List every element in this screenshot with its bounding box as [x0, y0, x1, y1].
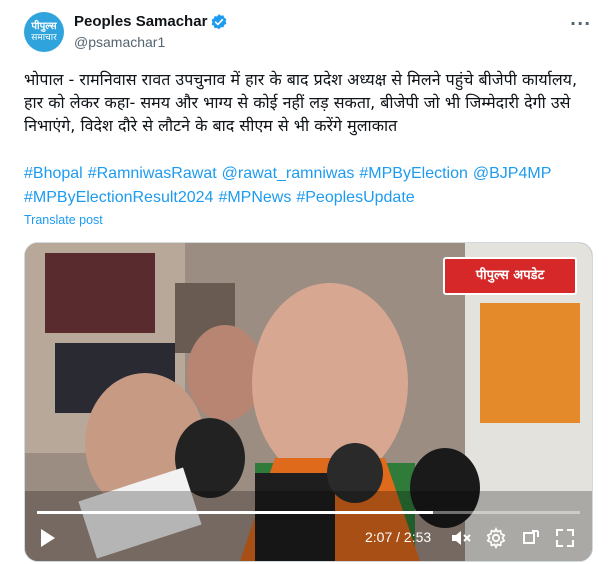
video-time: 2:07 / 2:53 — [365, 529, 432, 545]
hashtag-link[interactable]: #PeoplesUpdate — [296, 189, 414, 206]
avatar-text-top: पीपुल्स — [31, 21, 57, 32]
hashtag-list: #Bhopal #RamniwasRawat @rawat_ramniwas #MPB… — [24, 162, 604, 210]
avatar[interactable]: पीपुल्स समाचार — [24, 12, 64, 52]
post-text: भोपाल - रामनिवास रावत उपचुनाव में हार के… — [24, 70, 578, 135]
hashtag-link[interactable]: #MPNews — [218, 189, 291, 206]
avatar-text-bottom: समाचार — [31, 33, 57, 43]
volume-muted-icon[interactable] — [450, 528, 472, 548]
hashtag-link[interactable]: #RamniwasRawat — [88, 165, 217, 182]
channel-logo: पीपुल्स अपडेट — [443, 257, 577, 295]
more-options-icon[interactable]: ··· — [570, 14, 591, 33]
mention-link[interactable]: @rawat_ramniwas — [222, 165, 355, 182]
picture-in-picture-icon[interactable] — [521, 528, 541, 548]
mention-link[interactable]: @BJP4MP — [473, 165, 551, 182]
settings-gear-icon[interactable] — [485, 527, 507, 549]
fullscreen-icon[interactable] — [555, 528, 575, 548]
verified-badge-icon — [211, 14, 227, 30]
translate-post-link[interactable]: Translate post — [24, 213, 103, 227]
video-progress-fill — [37, 511, 434, 514]
author-name[interactable]: Peoples Samachar — [74, 13, 207, 30]
hashtag-link[interactable]: #MPByElectionResult2024 — [24, 189, 213, 206]
video-progress-bar[interactable] — [37, 511, 580, 514]
hashtag-link[interactable]: #MPByElection — [359, 165, 468, 182]
author-handle[interactable]: @psamachar1 — [74, 34, 165, 50]
play-icon[interactable] — [39, 528, 57, 548]
hashtag-link[interactable]: #Bhopal — [24, 165, 83, 182]
video-player[interactable]: पीपुल्स अपडेट 2:07 / 2:53 — [24, 242, 593, 562]
